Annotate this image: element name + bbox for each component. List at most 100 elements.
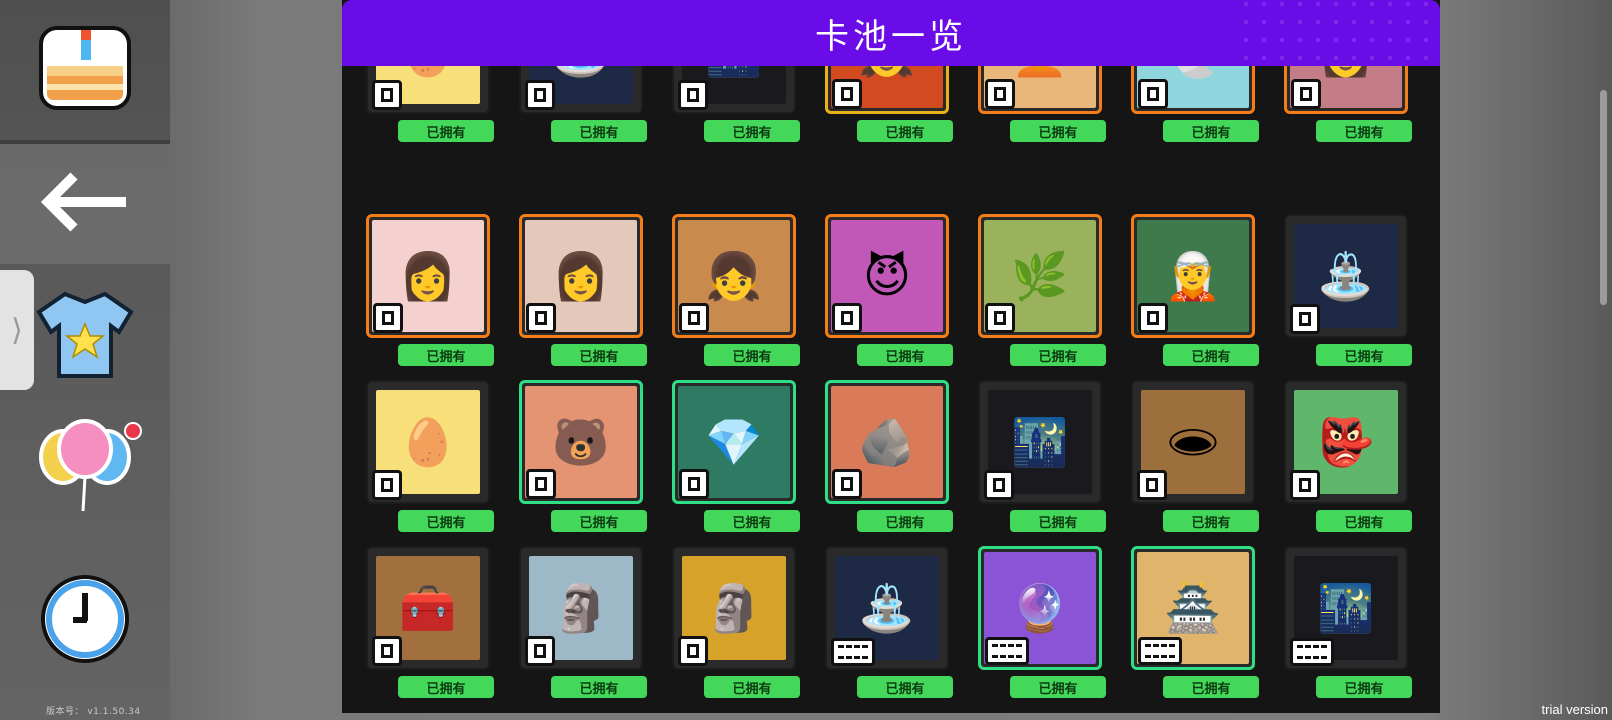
card-badge-icon (525, 636, 555, 666)
card-goblin[interactable]: 👺 已拥有 (1284, 380, 1412, 554)
owned-badge: 已拥有 (857, 510, 953, 532)
card-frame: 👩 (366, 214, 490, 338)
card-stack-badge-icon (372, 80, 402, 110)
owned-badge: 已拥有 (551, 510, 647, 532)
card-duck-egg[interactable]: 🥚 已拥有 (366, 380, 494, 554)
card-fountain[interactable]: ⛲ 已拥有 (825, 546, 953, 713)
film-badge-icon (831, 638, 875, 666)
sidebar-clock-button[interactable] (0, 566, 170, 676)
card-frame: 🔮 (978, 546, 1102, 670)
card-badge-icon (678, 636, 708, 666)
card-badge-icon (679, 469, 709, 499)
card-badge-icon (372, 470, 402, 500)
card-badge-icon (526, 469, 556, 499)
card-frame: ⛲ (825, 546, 949, 670)
card-gargoyle[interactable]: 🗿 已拥有 (519, 546, 647, 713)
owned-badge: 已拥有 (1316, 120, 1412, 142)
owned-badge: 已拥有 (398, 120, 494, 142)
owned-badge: 已拥有 (1010, 344, 1106, 366)
owned-badge: 已拥有 (1010, 120, 1106, 142)
card-badge-icon (1137, 470, 1167, 500)
owned-badge: 已拥有 (1316, 676, 1412, 698)
card-badge-icon (985, 79, 1015, 109)
owned-badge: 已拥有 (551, 344, 647, 366)
card-pit[interactable]: 🕳 已拥有 (1131, 380, 1259, 554)
card-badge-icon (1290, 470, 1320, 500)
card-tan-girl[interactable]: 👧 已拥有 (672, 214, 800, 388)
card-golden-golem[interactable]: 🗿 已拥有 (672, 546, 800, 713)
owned-badge: 已拥有 (1163, 344, 1259, 366)
card-frame: 🏯 (1131, 546, 1255, 670)
owned-badge: 已拥有 (1163, 676, 1259, 698)
card-stone[interactable]: 🪨 已拥有 (825, 380, 953, 554)
card-badge-icon (372, 636, 402, 666)
card-dryad[interactable]: 🌿 已拥有 (978, 214, 1106, 388)
card-fountain[interactable]: ⛲ 已拥有 (1284, 214, 1412, 388)
card-pool-panel: 🥚已拥有⛲已拥有🌃已拥有👧已拥有👱已拥有👻已拥有👩已拥有👩已拥有👩已拥有👧已拥有… (342, 0, 1440, 713)
card-frame: 💎 (672, 380, 796, 504)
owned-badge: 已拥有 (551, 676, 647, 698)
header-fill (342, 0, 1242, 66)
card-white-hair-girl[interactable]: 👩 已拥有 (366, 214, 494, 388)
card-frame: 🐻 (519, 380, 643, 504)
card-golden-palace[interactable]: 🏯 已拥有 (1131, 546, 1259, 713)
card-demon-girl[interactable]: 😈 已拥有 (825, 214, 953, 388)
card-green-hat-girl[interactable]: 🧝 已拥有 (1131, 214, 1259, 388)
owned-badge: 已拥有 (704, 120, 800, 142)
card-frame: 👺 (1284, 380, 1408, 504)
card-stack-badge-icon (525, 80, 555, 110)
back-button[interactable] (0, 144, 170, 264)
card-frame: 🪨 (825, 380, 949, 504)
owned-badge: 已拥有 (1163, 510, 1259, 532)
balloons-icon (35, 417, 135, 517)
drawer-handle-arrow: ⟩ (11, 312, 23, 348)
card-bear[interactable]: 🐻 已拥有 (519, 380, 647, 554)
card-badge-icon (679, 303, 709, 333)
owned-badge: 已拥有 (1010, 510, 1106, 532)
card-frame: 👧 (672, 214, 796, 338)
drawer-handle[interactable]: ⟩ (0, 270, 34, 390)
owned-badge: 已拥有 (1010, 676, 1106, 698)
card-frame: 🧝 (1131, 214, 1255, 338)
card-frame: 🗿 (519, 546, 643, 670)
sidebar-balloon-button[interactable] (0, 412, 170, 522)
card-badge-icon (526, 303, 556, 333)
card-badge-icon (832, 469, 862, 499)
card-badge-icon (985, 303, 1015, 333)
scrollbar[interactable] (1600, 90, 1607, 305)
owned-badge: 已拥有 (398, 510, 494, 532)
card-frame: ⛲ (1284, 214, 1408, 338)
card-badge-icon (832, 303, 862, 333)
owned-badge: 已拥有 (857, 120, 953, 142)
page-title: 卡池一览 (815, 16, 967, 57)
notification-dot (124, 422, 142, 440)
owned-badge: 已拥有 (704, 676, 800, 698)
card-night-city[interactable]: 🌃 已拥有 (978, 380, 1106, 554)
owned-badge: 已拥有 (1163, 120, 1259, 142)
owned-badge: 已拥有 (857, 676, 953, 698)
owned-badge: 已拥有 (704, 344, 800, 366)
card-brown-hair-girl[interactable]: 👩 已拥有 (519, 214, 647, 388)
trial-watermark: trial version (1541, 702, 1608, 717)
owned-badge: 已拥有 (1316, 510, 1412, 532)
card-chest[interactable]: 🧰 已拥有 (366, 546, 494, 713)
card-frame: 🗿 (672, 546, 796, 670)
card-crystal-cave[interactable]: 🔮 已拥有 (978, 546, 1106, 713)
sidebar-cake-button[interactable] (0, 10, 170, 130)
film-badge-icon (1290, 638, 1334, 666)
film-badge-icon (1138, 637, 1182, 665)
owned-badge: 已拥有 (1316, 344, 1412, 366)
owned-badge: 已拥有 (704, 510, 800, 532)
version-label: 版本号： v1.1.50.34 (46, 707, 141, 717)
card-frame: 🕳 (1131, 380, 1255, 504)
card-badge-icon (1138, 79, 1168, 109)
owned-badge: 已拥有 (398, 344, 494, 366)
card-badge-icon (1138, 303, 1168, 333)
cake-icon (37, 20, 133, 120)
card-night-city[interactable]: 🌃 已拥有 (1284, 546, 1412, 713)
owned-badge: 已拥有 (398, 676, 494, 698)
card-badge-icon (373, 303, 403, 333)
card-emerald[interactable]: 💎 已拥有 (672, 380, 800, 554)
owned-badge: 已拥有 (857, 344, 953, 366)
panel-header: 卡池一览 (342, 0, 1440, 66)
